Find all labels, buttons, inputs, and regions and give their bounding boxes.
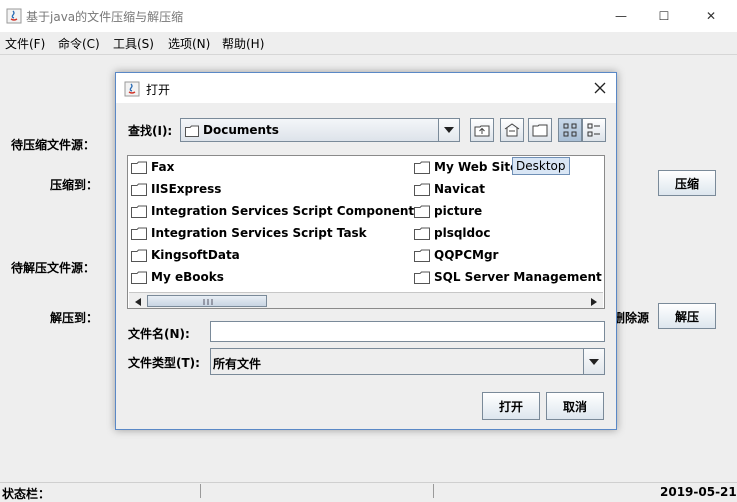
status-label: 状态栏： [2,487,51,501]
menu-file[interactable]: 文件(F) [5,35,45,52]
folder-icon [131,183,147,196]
folder-icon [414,271,430,284]
list-item[interactable]: Integration Services Script Component [131,201,414,221]
look-in-value: Documents [203,123,279,137]
menu-tools[interactable]: 工具(S) [113,35,154,52]
folder-icon [414,249,430,262]
cancel-button[interactable]: 取消 [546,392,604,420]
file-type-combo[interactable]: 所有文件 [210,348,605,375]
dialog-title-bar [116,73,616,103]
folder-icon [131,227,147,240]
menu-options[interactable]: 选项(N) [168,35,210,52]
folder-icon [185,125,199,137]
minimize-button[interactable]: — [598,0,644,32]
new-folder-icon [532,124,548,137]
menu-bar: 文件(F) 命令(C) 工具(S) 选项(N) 帮助(H) [0,32,737,54]
file-name: Fax [151,160,175,174]
list-item[interactable]: picture [414,201,482,221]
close-button[interactable]: ✕ [688,0,734,32]
compress-source-label: 待压缩文件源： [11,138,96,152]
open-file-dialog: 打开 查找(I): Documents Fax IISExpress Integ… [115,72,617,430]
chevron-down-icon[interactable] [438,119,459,141]
file-name: picture [434,204,483,218]
file-name: KingsoftData [151,248,240,262]
list-item[interactable]: Integration Services Script Task [131,223,367,243]
menu-divider [0,54,737,55]
java-app-icon [6,8,22,24]
file-type-value: 所有文件 [213,357,262,371]
file-list[interactable]: Fax IISExpress Integration Services Scri… [127,155,605,309]
tooltip: Desktop [512,157,570,175]
file-name-label: 文件名(N): [128,327,190,341]
folder-icon [131,161,147,174]
compress-button[interactable]: 压缩 [658,170,716,196]
file-name: Integration Services Script Task [151,226,367,240]
look-in-label: 查找(I): [128,124,173,138]
folder-icon [131,205,147,218]
folder-icon [414,183,430,196]
dialog-title: 打开 [146,83,171,97]
list-item[interactable]: My eBooks [131,267,224,287]
file-name: Navicat [434,182,486,196]
new-folder-button[interactable] [528,118,552,142]
menu-command[interactable]: 命令(C) [58,35,100,52]
decompress-source-label: 待解压文件源： [11,261,96,275]
decompress-button[interactable]: 解压 [658,303,716,329]
scrollbar-thumb[interactable] [147,295,267,307]
list-item[interactable]: Fax [131,157,174,177]
file-name: IISExpress [151,182,222,196]
status-bar [0,482,737,499]
file-name: SQL Server Management Studio [434,270,604,284]
open-button[interactable]: 打开 [482,392,540,420]
folder-icon [131,271,147,284]
scroll-right-icon[interactable] [587,295,601,308]
look-in-combo[interactable]: Documents [180,118,460,142]
up-folder-button[interactable] [470,118,494,142]
list-view-button[interactable] [558,118,582,142]
chevron-down-icon[interactable] [583,349,604,374]
delete-source-checkbox-label[interactable]: 删除源 [613,309,649,326]
window-title: 基于java的文件压缩与解压缩 [26,10,184,24]
minimize-icon: — [615,9,627,23]
list-item[interactable]: Navicat [414,179,485,199]
list-view-icon [563,123,577,137]
file-type-label: 文件类型(T): [128,356,200,370]
list-item[interactable]: My Web Sites [414,157,525,177]
file-name-input[interactable] [210,321,605,342]
home-button[interactable] [500,118,524,142]
file-name: plsqldoc [434,226,491,240]
maximize-button[interactable]: ☐ [641,0,687,32]
horizontal-scrollbar[interactable] [129,292,603,308]
list-item[interactable]: QQPCMgr [414,245,498,265]
up-folder-icon [474,125,490,137]
list-item[interactable]: KingsoftData [131,245,240,265]
menu-help[interactable]: 帮助(H) [222,35,264,52]
list-item[interactable]: SQL Server Management Studio [414,267,604,287]
decompress-to-label: 解压到： [50,311,99,325]
details-view-icon [587,123,600,137]
status-separator [433,484,434,498]
folder-icon [414,227,430,240]
list-item[interactable]: IISExpress [131,179,221,199]
details-view-button[interactable] [582,118,606,142]
home-icon [504,123,520,137]
close-icon: ✕ [705,9,717,23]
file-name: QQPCMgr [434,248,499,262]
close-icon [594,82,606,94]
file-name: My eBooks [151,270,224,284]
status-date: 2019-05-21 [660,485,737,499]
maximize-icon: ☐ [658,9,670,23]
folder-icon [131,249,147,262]
folder-icon [414,205,430,218]
java-app-icon [124,81,140,97]
dialog-close-button[interactable] [588,78,612,98]
scroll-left-icon[interactable] [131,295,145,308]
folder-icon [414,161,430,174]
file-name: Integration Services Script Component [151,204,415,218]
status-separator [200,484,201,498]
list-item[interactable]: plsqldoc [414,223,491,243]
compress-to-label: 压缩到： [50,178,99,192]
